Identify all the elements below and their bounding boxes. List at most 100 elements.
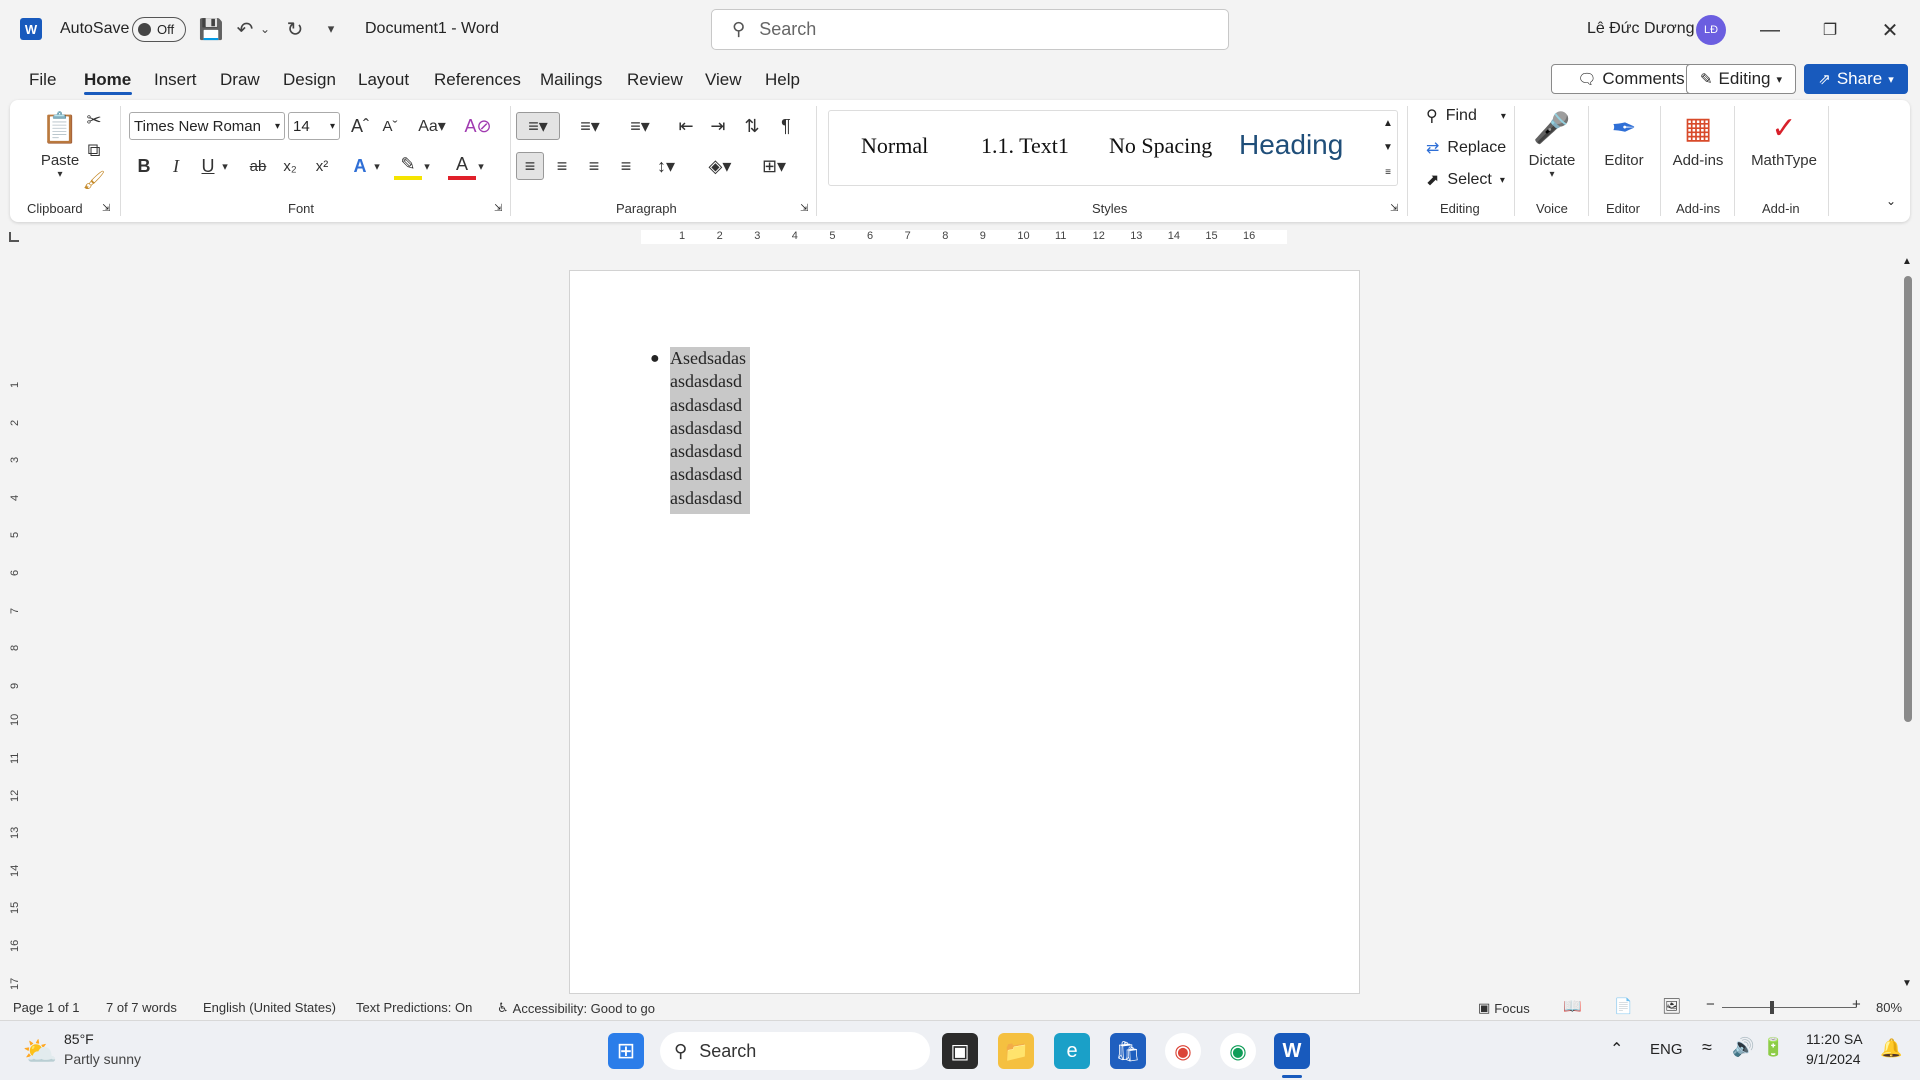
focus-button[interactable]: ▣ Focus <box>1478 1000 1530 1016</box>
font-name-combo[interactable]: Times New Roman ▾ <box>129 112 285 140</box>
bullet-list[interactable]: ● Asedsadas asdasdasd asdasdasd asdasdasd as… <box>650 347 750 515</box>
page-count[interactable]: Page 1 of 1 <box>13 1000 80 1015</box>
clear-formatting-icon[interactable]: A⊘ <box>464 112 492 140</box>
decrease-indent-icon[interactable]: ⇤ <box>672 112 700 140</box>
tab-insert[interactable]: Insert <box>154 70 197 90</box>
styles-scroll-up-icon[interactable]: ▲ <box>1379 111 1397 135</box>
strikethrough-icon[interactable]: ab <box>244 152 272 180</box>
save-icon[interactable]: 💾 <box>198 16 224 42</box>
show-formatting-marks-icon[interactable]: ¶ <box>772 112 800 140</box>
justify-icon[interactable]: ≡ <box>612 152 640 180</box>
weather-description[interactable]: Partly sunny <box>64 1051 141 1067</box>
editor-button[interactable]: ✒ Editor <box>1592 108 1656 170</box>
styles-more-icon[interactable]: ≡ <box>1379 159 1397 185</box>
align-right-icon[interactable]: ≡ <box>580 152 608 180</box>
windows-start-icon[interactable]: ⊞ <box>608 1033 644 1069</box>
superscript-icon[interactable]: x² <box>308 152 336 180</box>
format-painter-icon[interactable]: 🖌 <box>80 166 108 194</box>
scroll-thumb[interactable] <box>1904 276 1912 722</box>
document-line[interactable]: asdasdasd <box>670 394 746 417</box>
dialog-launcher-icon[interactable]: ⇲ <box>494 203 502 214</box>
style-text1[interactable]: 1.1. Text1 <box>981 133 1069 159</box>
scroll-up-icon[interactable]: ▲ <box>1902 256 1912 267</box>
document-line[interactable]: asdasdasd <box>670 463 746 486</box>
input-language[interactable]: ENG <box>1650 1041 1683 1058</box>
select-button[interactable]: ⬈ Select ▾ <box>1426 170 1505 190</box>
highlight-icon[interactable]: ✎ <box>394 152 422 180</box>
print-layout-icon[interactable]: 📄 <box>1614 997 1633 1015</box>
align-left-icon[interactable]: ≡ <box>516 152 544 180</box>
add-ins-button[interactable]: ▦ Add-ins <box>1666 108 1730 170</box>
clock-time[interactable]: 11:20 SA <box>1806 1031 1863 1047</box>
read-mode-icon[interactable]: 📖 <box>1563 997 1582 1015</box>
dialog-launcher-icon[interactable]: ⇲ <box>800 203 808 214</box>
minimize-icon[interactable]: — <box>1750 12 1790 48</box>
style-heading[interactable]: Heading <box>1239 129 1343 161</box>
line-spacing-button[interactable]: ↕▾ <box>646 152 686 180</box>
zoom-slider[interactable] <box>1722 1001 1856 1014</box>
close-icon[interactable]: ✕ <box>1870 12 1910 48</box>
font-color-icon[interactable]: A <box>448 152 476 180</box>
scroll-down-icon[interactable]: ▼ <box>1902 978 1912 989</box>
weather-icon[interactable]: ⛅ <box>22 1033 58 1069</box>
tab-review[interactable]: Review <box>627 70 683 90</box>
sort-icon[interactable]: ⇅ <box>738 112 766 140</box>
zoom-level[interactable]: 80% <box>1876 1000 1902 1015</box>
align-center-icon[interactable]: ≡ <box>548 152 576 180</box>
selected-text[interactable]: Asedsadas asdasdasd asdasdasd asdasdasd asda… <box>670 347 750 515</box>
tab-help[interactable]: Help <box>765 70 800 90</box>
borders-button[interactable]: ⊞▾ <box>754 152 794 180</box>
tab-design[interactable]: Design <box>283 70 336 90</box>
bullets-button[interactable]: ≡▾ <box>516 112 560 140</box>
bold-icon[interactable]: B <box>130 152 158 180</box>
avatar[interactable]: LĐ <box>1696 15 1726 45</box>
document-line[interactable]: asdasdasd <box>670 440 746 463</box>
multilevel-list-button[interactable]: ≡▾ <box>620 112 660 140</box>
battery-icon[interactable]: 🔋 <box>1762 1037 1784 1058</box>
word-taskbar-icon[interactable]: W <box>1274 1033 1310 1069</box>
share-button[interactable]: ⇗ Share ▾ <box>1804 64 1908 94</box>
zoom-in-icon[interactable]: + <box>1852 996 1861 1013</box>
increase-indent-icon[interactable]: ⇥ <box>704 112 732 140</box>
styles-scroll-down-icon[interactable]: ▼ <box>1379 135 1397 159</box>
tab-view[interactable]: View <box>705 70 742 90</box>
show-hidden-icons-icon[interactable]: ⌃ <box>1610 1039 1623 1059</box>
font-color-dropdown-icon[interactable]: ▾ <box>474 152 488 180</box>
task-view-icon[interactable]: ▣ <box>942 1033 978 1069</box>
underline-dropdown-icon[interactable]: ▾ <box>218 152 232 180</box>
dialog-launcher-icon[interactable]: ⇲ <box>102 203 110 214</box>
word-count[interactable]: 7 of 7 words <box>106 1000 177 1015</box>
language-status[interactable]: English (United States) <box>203 1000 336 1015</box>
tab-layout[interactable]: Layout <box>358 70 409 90</box>
style-no-spacing[interactable]: No Spacing <box>1109 133 1212 159</box>
wifi-icon[interactable]: ≈ <box>1702 1037 1712 1058</box>
customize-quick-access-icon[interactable]: ▾ <box>318 16 344 42</box>
notifications-bell-icon[interactable]: 🔔 <box>1880 1038 1902 1059</box>
find-button[interactable]: ⚲ Find ▾ <box>1426 106 1506 126</box>
zoom-out-icon[interactable]: − <box>1706 996 1715 1013</box>
taskbar-search-input[interactable]: ⚲ Search <box>660 1032 930 1070</box>
microsoft-store-icon[interactable]: 🛍 <box>1110 1033 1146 1069</box>
tab-selector-icon[interactable] <box>9 232 19 242</box>
dictate-button[interactable]: 🎤 Dictate ▾ <box>1520 108 1584 181</box>
file-explorer-icon[interactable]: 📁 <box>998 1033 1034 1069</box>
weather-temperature[interactable]: 85°F <box>64 1031 94 1047</box>
clock-date[interactable]: 9/1/2024 <box>1806 1051 1861 1067</box>
user-name[interactable]: Lê Đức Dương <box>1587 20 1695 38</box>
undo-dropdown-icon[interactable]: ⌄ <box>258 16 272 42</box>
text-predictions-status[interactable]: Text Predictions: On <box>356 1000 472 1015</box>
document-line[interactable]: asdasdasd <box>670 417 746 440</box>
grow-font-icon[interactable]: Aˆ <box>346 112 374 140</box>
horizontal-ruler[interactable]: 1 2 3 4 5 6 7 8 9 10 11 12 13 14 15 16 <box>569 226 1360 246</box>
zoom-slider-thumb[interactable] <box>1770 1001 1774 1014</box>
tab-file[interactable]: File <box>29 70 56 90</box>
mathtype-button[interactable]: ✓ MathType <box>1742 108 1826 170</box>
autosave-toggle[interactable]: Off <box>132 17 186 42</box>
accessibility-status[interactable]: ♿ Accessibility: Good to go <box>497 1000 655 1016</box>
copy-icon[interactable]: ⧉ <box>80 136 108 164</box>
dialog-launcher-icon[interactable]: ⇲ <box>1390 203 1398 214</box>
italic-icon[interactable]: I <box>162 152 190 180</box>
style-normal[interactable]: Normal <box>861 133 928 159</box>
volume-icon[interactable]: 🔊 <box>1732 1037 1754 1058</box>
change-case-icon[interactable]: Aa▾ <box>412 112 452 140</box>
